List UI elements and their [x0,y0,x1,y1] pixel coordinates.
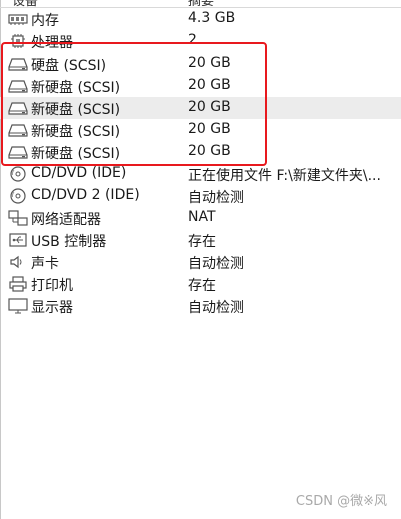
device-label: 打印机 [31,278,73,294]
column-header-summary[interactable]: 摘要 [188,0,214,7]
device-summary: 存在 [188,278,216,294]
device-summary: 正在使用文件 F:\新建文件夹\... [188,168,381,184]
column-header-device[interactable]: 设备 [12,0,38,7]
device-row-cd-dvd[interactable]: CD/DVD (IDE) 正在使用文件 F:\新建文件夹\... [0,163,401,185]
device-label: 声卡 [31,256,59,272]
cd-dvd-icon [10,166,26,182]
highlight-annotation-box [1,42,267,166]
device-summary: 自动检测 [188,190,244,206]
list-header: 设备 摘要 [0,0,401,8]
usb-icon [9,233,27,247]
speaker-icon [10,255,22,269]
device-row-printer[interactable]: 打印机 存在 [0,273,401,295]
device-label: USB 控制器 [31,234,107,250]
monitor-icon [8,298,28,314]
device-row-sound-card[interactable]: 声卡 自动检测 [0,251,401,273]
device-summary: 自动检测 [188,256,244,272]
memory-icon [8,14,28,25]
device-label: 内存 [31,13,59,29]
network-adapter-icon [8,210,28,226]
device-row-memory[interactable]: 内存 4.3 GB [0,8,401,30]
device-summary: 自动检测 [188,300,244,316]
hardware-device-panel: 设备 摘要 内存 4.3 GB 处理器 2 硬盘 (SCSI) 20 GB 新硬… [0,0,401,519]
device-row-usb-controller[interactable]: USB 控制器 存在 [0,229,401,251]
printer-icon [9,276,27,292]
device-label: 网络适配器 [31,212,101,228]
device-label: CD/DVD (IDE) [31,165,127,181]
device-summary: NAT [188,209,216,225]
device-row-network-adapter[interactable]: 网络适配器 NAT [0,207,401,229]
device-label: 显示器 [31,300,73,316]
watermark-text: CSDN @微※风 [295,494,387,509]
cd-dvd-icon [10,188,26,204]
device-row-display[interactable]: 显示器 自动检测 [0,295,401,317]
device-summary: 存在 [188,234,216,250]
device-row-cd-dvd-2[interactable]: CD/DVD 2 (IDE) 自动检测 [0,185,401,207]
device-label: CD/DVD 2 (IDE) [31,187,140,203]
device-summary: 4.3 GB [188,10,236,26]
